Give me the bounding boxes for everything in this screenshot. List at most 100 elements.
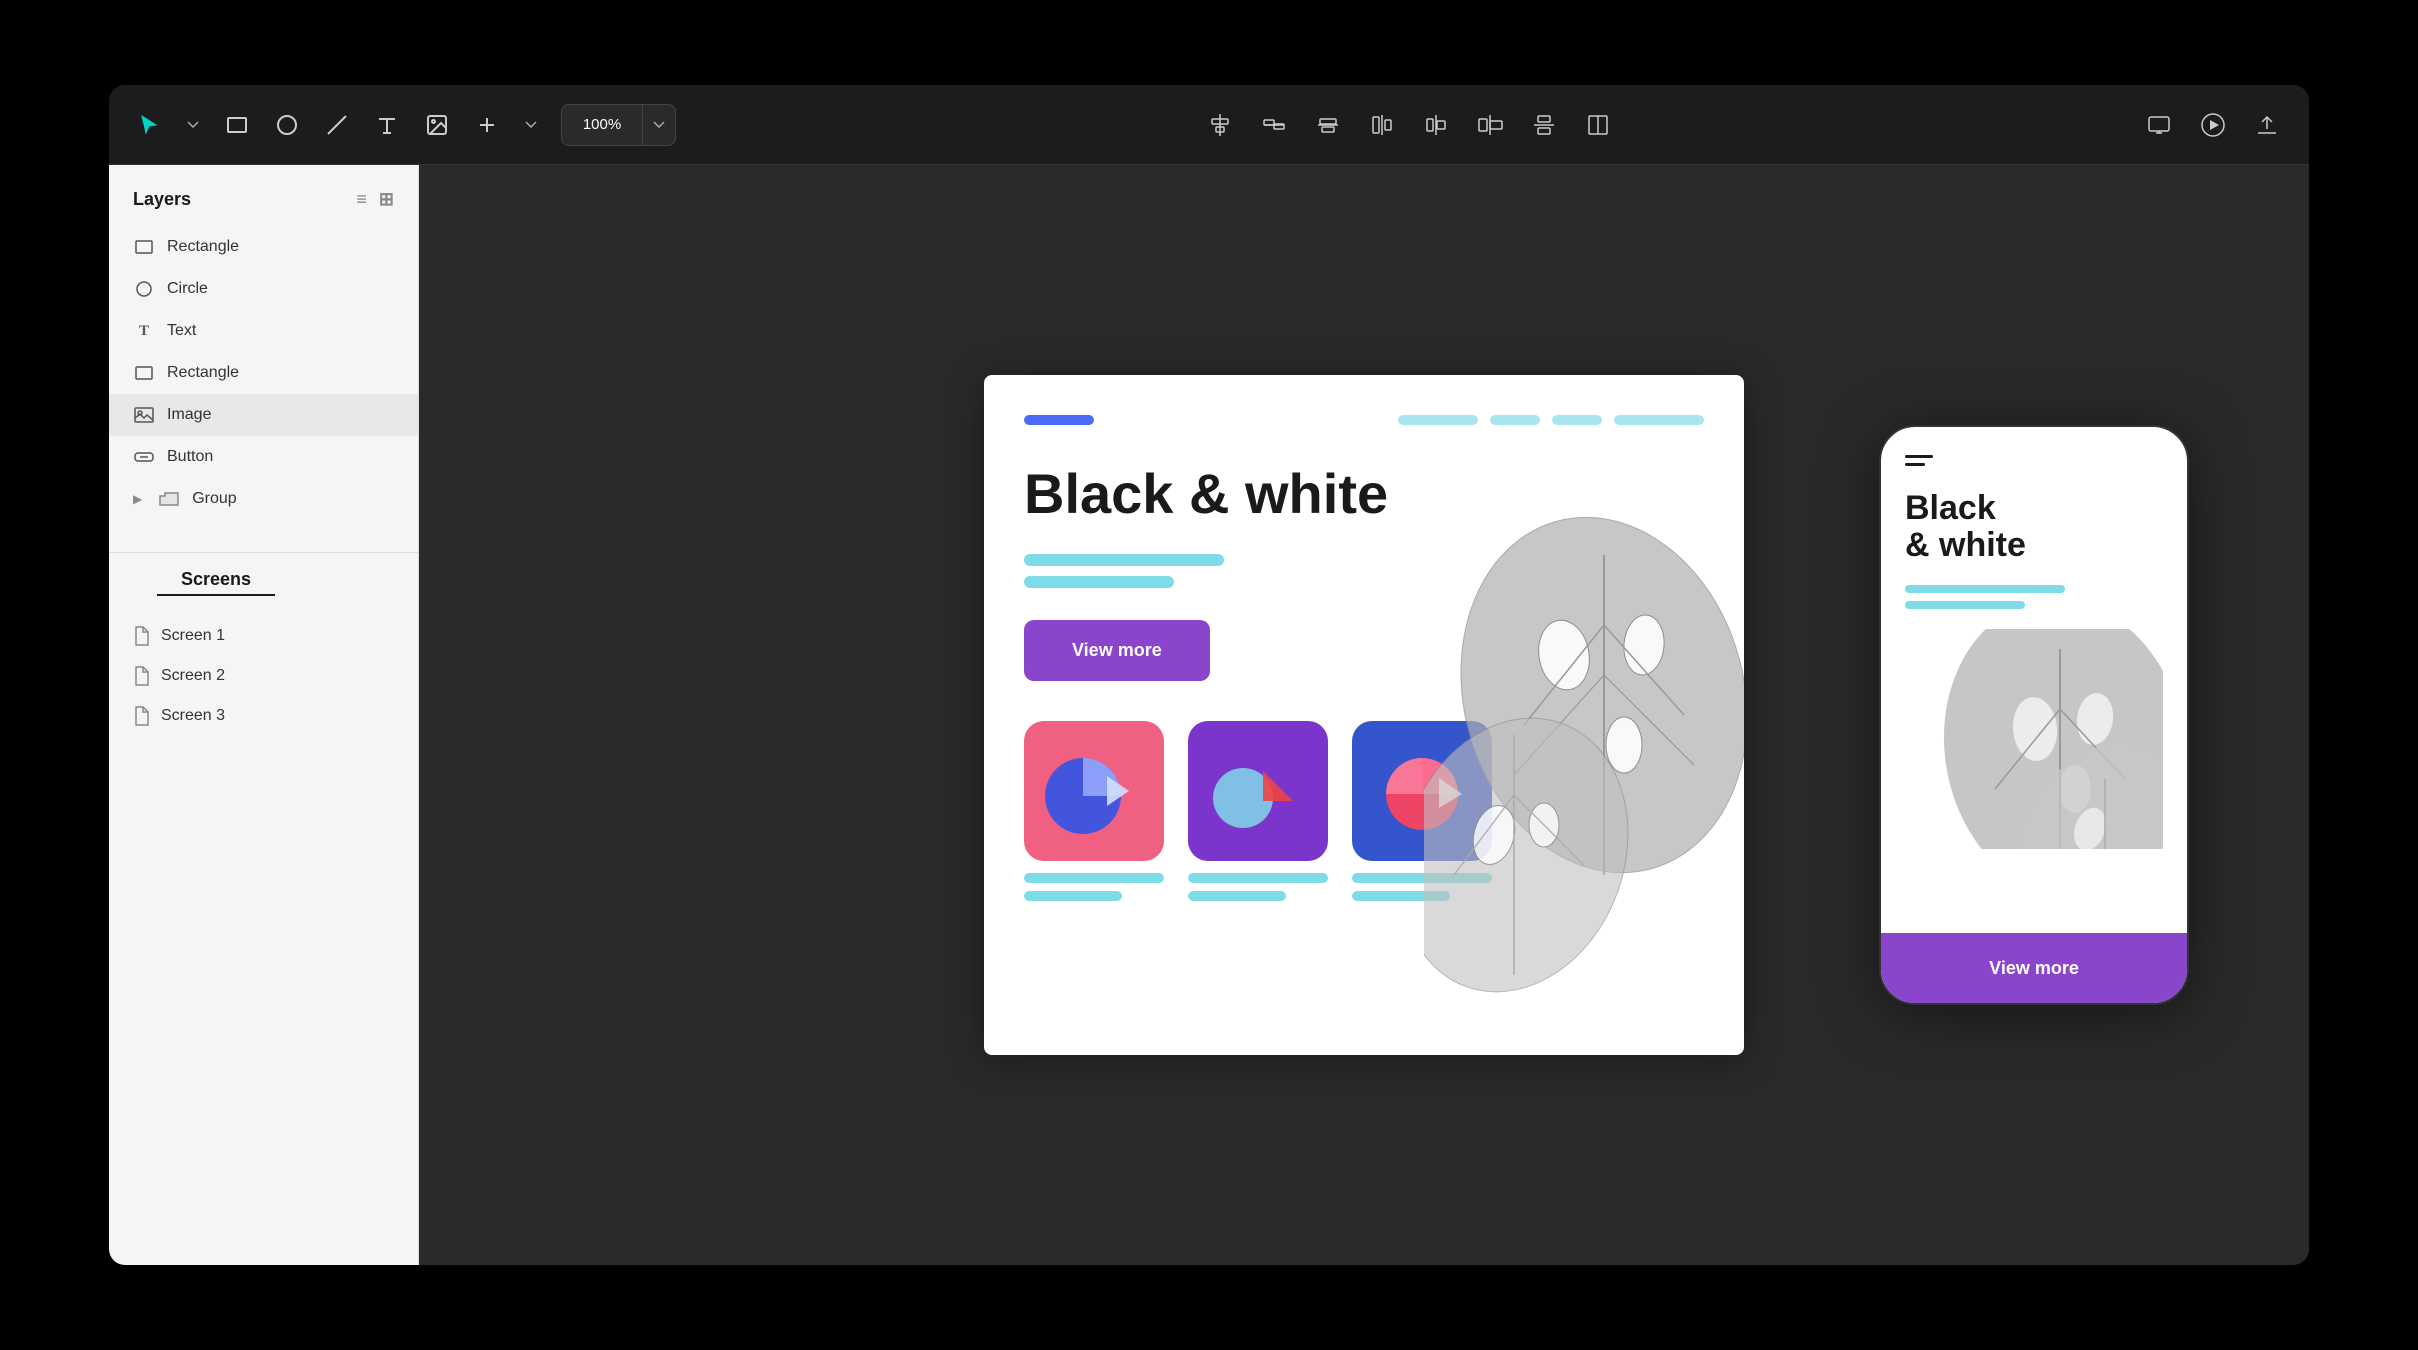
- layers-list: Rectangle Circle T Text: [109, 218, 418, 528]
- hamburger-line-1: [1905, 455, 1933, 458]
- cursor-tool[interactable]: [133, 109, 165, 141]
- upload-button[interactable]: [2249, 107, 2285, 143]
- screen-icon: [133, 706, 149, 726]
- align-tool-6[interactable]: [1472, 107, 1508, 143]
- mobile-text-lines: [1905, 585, 2163, 609]
- mobile-plant: [1905, 629, 2163, 849]
- align-tool-3[interactable]: [1310, 107, 1346, 143]
- sidebar: Layers ≡ ⊞ Rectangle Circle: [109, 165, 419, 1265]
- card-line-2: [1352, 891, 1450, 901]
- hamburger-line-2: [1905, 463, 1925, 466]
- card-image-2: [1188, 721, 1328, 861]
- canvas-nav-bar: [1024, 415, 1704, 425]
- circle-layer-icon: [133, 278, 155, 300]
- rect-icon-2: [133, 362, 155, 384]
- circle-tool[interactable]: [271, 109, 303, 141]
- grid-view-icon[interactable]: ⊞: [379, 189, 394, 210]
- card-image-3: [1352, 721, 1492, 861]
- align-tool-5[interactable]: [1418, 107, 1454, 143]
- mobile-preview: Black & white: [1879, 425, 2189, 1005]
- text-line-2: [1024, 576, 1174, 588]
- list-view-icon[interactable]: ≡: [356, 189, 367, 210]
- layer-label: Circle: [167, 280, 208, 298]
- tool-dropdown[interactable]: [183, 117, 203, 133]
- rectangle-tool[interactable]: [221, 109, 253, 141]
- add-dropdown[interactable]: [521, 117, 541, 133]
- mobile-plant-svg: [1905, 629, 2163, 849]
- zoom-dropdown[interactable]: [642, 105, 675, 145]
- nav-item: [1614, 415, 1704, 425]
- layer-item-rectangle-2[interactable]: Rectangle: [109, 352, 418, 394]
- card-line-1: [1352, 873, 1492, 883]
- align-tool-7[interactable]: [1526, 107, 1562, 143]
- group-layer-icon: [158, 488, 180, 510]
- zoom-control[interactable]: 100%: [561, 104, 676, 146]
- screen-item-3[interactable]: Screen 3: [109, 696, 418, 736]
- layer-label: Image: [167, 406, 211, 424]
- mobile-text-line-2: [1905, 601, 2025, 609]
- layer-item-button[interactable]: Button: [109, 436, 418, 478]
- align-tool-4[interactable]: [1364, 107, 1400, 143]
- canvas-nav-items: [1398, 415, 1704, 425]
- card-line-2: [1024, 891, 1122, 901]
- mobile-footer[interactable]: View more: [1881, 933, 2187, 1003]
- canvas-card-2: [1188, 721, 1328, 901]
- layer-label: Text: [167, 322, 196, 340]
- device-preview[interactable]: [2141, 107, 2177, 143]
- card-line-1: [1188, 873, 1328, 883]
- pie-chart-1: [1039, 736, 1149, 846]
- layer-item-group[interactable]: ▶ Group: [109, 478, 418, 520]
- toolbar-center: [696, 107, 2121, 143]
- mobile-hamburger: [1905, 455, 2163, 466]
- canvas-text-lines: [1024, 554, 1704, 588]
- screens-title: Screens: [157, 569, 275, 596]
- canvas-area: Black & white View more: [419, 165, 2309, 1265]
- layers-title: Layers: [133, 189, 191, 210]
- add-tool[interactable]: [471, 109, 503, 141]
- button-layer-icon: [133, 446, 155, 468]
- screen-icon: [133, 626, 149, 646]
- mobile-heading: Black & white: [1905, 490, 2163, 565]
- canvas-view-more-button[interactable]: View more: [1024, 620, 1210, 681]
- layer-label: Rectangle: [167, 238, 239, 256]
- canvas-cards: [1024, 721, 1704, 901]
- line-tool[interactable]: [321, 109, 353, 141]
- screen-label: Screen 1: [161, 627, 225, 645]
- rect-icon: [133, 236, 155, 258]
- align-tool-2[interactable]: [1256, 107, 1292, 143]
- screen-label: Screen 3: [161, 707, 225, 725]
- screen-item-1[interactable]: Screen 1: [109, 616, 418, 656]
- screen-label: Screen 2: [161, 667, 225, 685]
- layers-actions: ≡ ⊞: [356, 189, 394, 210]
- layer-item-image[interactable]: Image: [109, 394, 418, 436]
- zoom-value: 100%: [562, 116, 642, 133]
- text-layer-icon: T: [133, 320, 155, 342]
- card-image-1: [1024, 721, 1164, 861]
- canvas-heading: Black & white: [1024, 461, 1704, 526]
- play-button[interactable]: [2195, 107, 2231, 143]
- card-line-2: [1188, 891, 1286, 901]
- image-tool[interactable]: [421, 109, 453, 141]
- align-tool-8[interactable]: [1580, 107, 1616, 143]
- design-canvas: Black & white View more: [984, 375, 1744, 1055]
- screen-item-2[interactable]: Screen 2: [109, 656, 418, 696]
- layer-item-rectangle-1[interactable]: Rectangle: [109, 226, 418, 268]
- layers-header: Layers ≡ ⊞: [109, 189, 418, 218]
- mobile-text-line-1: [1905, 585, 2065, 593]
- expand-icon: ▶: [133, 492, 142, 506]
- pie-chart-3: [1367, 736, 1477, 846]
- layer-item-circle[interactable]: Circle: [109, 268, 418, 310]
- canvas-card-1: [1024, 721, 1164, 901]
- align-tool-1[interactable]: [1202, 107, 1238, 143]
- text-line-1: [1024, 554, 1224, 566]
- nav-item: [1490, 415, 1540, 425]
- canvas-logo: [1024, 415, 1094, 425]
- text-tool[interactable]: [371, 109, 403, 141]
- layer-label: Group: [192, 490, 236, 508]
- layer-label: Rectangle: [167, 364, 239, 382]
- layer-item-text[interactable]: T Text: [109, 310, 418, 352]
- layer-label: Button: [167, 448, 213, 466]
- nav-item: [1398, 415, 1478, 425]
- screens-section: Screens Screen 1 Screen 2: [109, 552, 418, 736]
- app-window: 100%: [109, 85, 2309, 1265]
